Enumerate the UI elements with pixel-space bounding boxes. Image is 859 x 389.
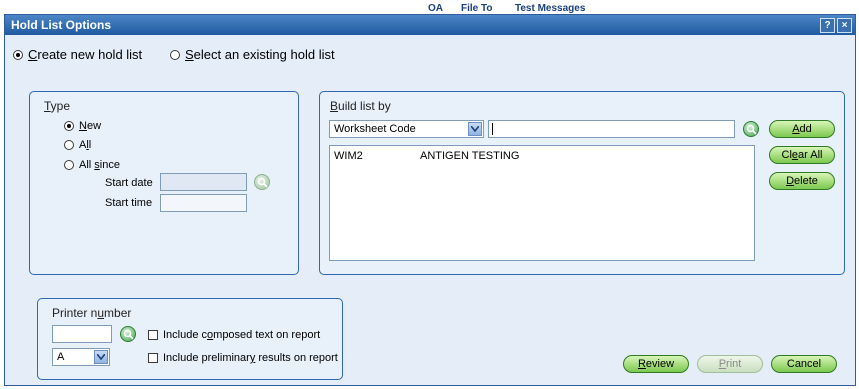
- start-date-lookup-icon[interactable]: [254, 174, 270, 190]
- close-button[interactable]: ×: [837, 18, 852, 33]
- help-button[interactable]: ?: [820, 18, 835, 33]
- type-all-option[interactable]: All: [64, 139, 91, 151]
- build-search-lookup-icon[interactable]: [743, 121, 759, 137]
- type-panel-title: Type: [44, 99, 71, 113]
- include-preliminary-label: Include preliminary results on report: [163, 352, 338, 364]
- type-all-label: All: [79, 139, 92, 151]
- start-time-label: Start time: [105, 197, 153, 209]
- type-all-since-option[interactable]: All since: [64, 159, 120, 171]
- list-item[interactable]: WIM2 ANTIGEN TESTING: [334, 150, 519, 162]
- printer-lookup-icon[interactable]: [120, 326, 136, 342]
- start-date-label: Start date: [105, 177, 153, 189]
- review-button[interactable]: Review: [623, 355, 689, 373]
- build-list-panel: Build list by Worksheet Code Add WIM2 ANT…: [319, 91, 845, 275]
- create-new-radio[interactable]: [13, 49, 23, 60]
- printer-number-title: Printer number: [52, 306, 132, 320]
- type-panel: Type New All All since Start date Start …: [29, 91, 299, 275]
- type-new-option[interactable]: New: [64, 120, 101, 132]
- cancel-button[interactable]: Cancel: [771, 355, 837, 373]
- title-bar: Hold List Options ? ×: [5, 15, 855, 35]
- chevron-down-icon[interactable]: [94, 350, 108, 364]
- chevron-down-icon[interactable]: [468, 122, 482, 136]
- include-preliminary-checkbox[interactable]: [148, 353, 158, 363]
- top-tab-oa[interactable]: OA: [428, 3, 443, 14]
- build-by-value: Worksheet Code: [334, 123, 416, 135]
- create-new-hold-list-option[interactable]: Create new hold list: [13, 47, 142, 62]
- select-existing-radio[interactable]: [170, 49, 180, 60]
- build-search-input[interactable]: [488, 120, 735, 138]
- hold-list-options-dialog: Hold List Options ? × Create new hold li…: [4, 14, 856, 386]
- delete-button[interactable]: Delete: [769, 172, 835, 190]
- type-all-since-radio[interactable]: [64, 160, 74, 170]
- top-tab-file-to[interactable]: File To: [461, 3, 492, 14]
- select-existing-hold-list-option[interactable]: Select an existing hold list: [170, 47, 335, 62]
- type-all-radio[interactable]: [64, 140, 74, 150]
- select-existing-label: Select an existing hold list: [185, 47, 335, 62]
- printer-number-input[interactable]: [52, 325, 112, 343]
- include-composed-checkbox[interactable]: [148, 330, 158, 340]
- build-list-box[interactable]: WIM2 ANTIGEN TESTING: [329, 145, 755, 261]
- list-item-description: ANTIGEN TESTING: [420, 150, 520, 162]
- type-new-label: New: [79, 120, 102, 132]
- include-composed-option[interactable]: Include composed text on report: [148, 329, 320, 341]
- include-composed-label: Include composed text on report: [163, 329, 321, 341]
- print-button[interactable]: Print: [697, 355, 763, 373]
- clear-all-button[interactable]: Clear All: [769, 146, 835, 164]
- start-date-field[interactable]: [160, 173, 247, 191]
- printer-panel: Printer number Include composed text on …: [37, 298, 343, 380]
- add-button[interactable]: Add: [769, 120, 835, 138]
- text-cursor: [492, 123, 493, 135]
- include-preliminary-option[interactable]: Include preliminary results on report: [148, 352, 338, 364]
- type-all-since-label: All since: [79, 159, 120, 171]
- create-new-label: Create new hold list: [28, 47, 143, 62]
- window-title: Hold List Options: [11, 18, 111, 32]
- start-time-field[interactable]: [160, 194, 247, 212]
- printer-tray-select[interactable]: A: [52, 348, 110, 366]
- build-list-title: Build list by: [330, 99, 391, 113]
- type-new-radio[interactable]: [64, 121, 74, 131]
- top-tab-test-messages[interactable]: Test Messages: [515, 3, 585, 14]
- top-tab-strip: OA File To Test Messages: [0, 0, 859, 14]
- list-item-code: WIM2: [334, 150, 363, 162]
- printer-tray-value: A: [57, 351, 65, 363]
- build-by-select[interactable]: Worksheet Code: [329, 120, 484, 138]
